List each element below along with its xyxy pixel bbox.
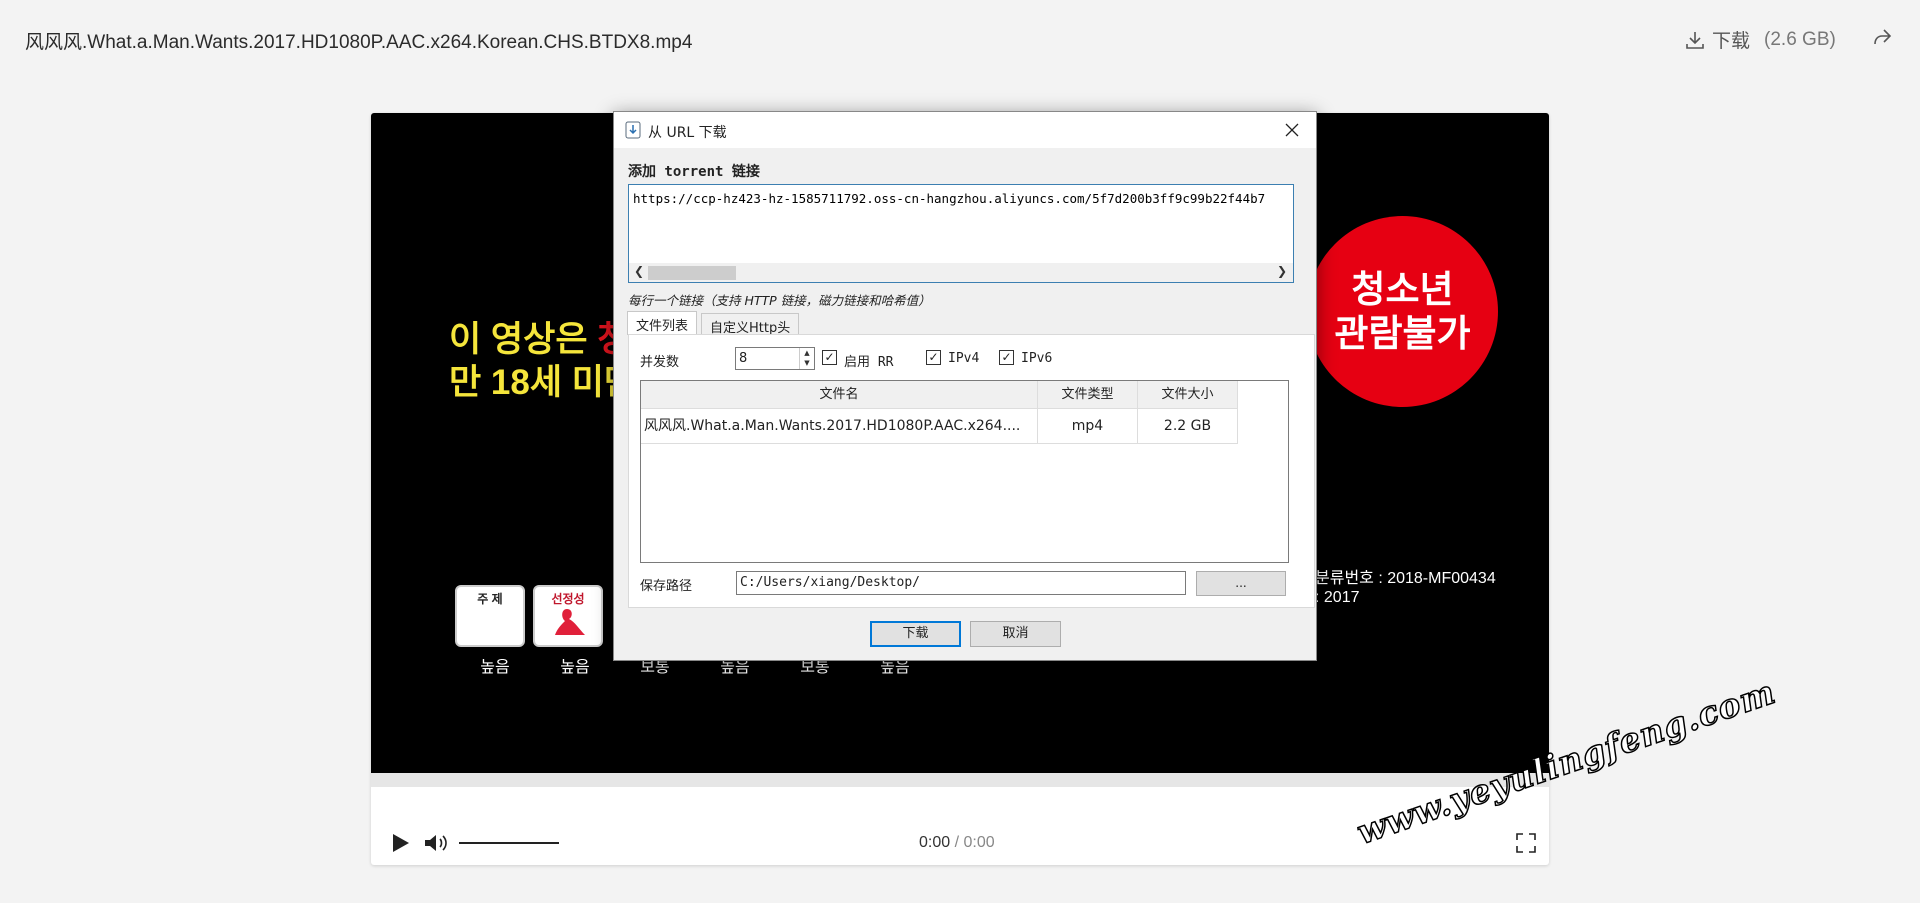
file-title: 风风风.What.a.Man.Wants.2017.HD1080P.AAC.x2… <box>25 32 693 53</box>
column-header-type[interactable]: 文件类型 <box>1038 381 1138 409</box>
file-table[interactable]: 文件名 文件类型 文件大小 风风风.What.a.Man.Wants.2017.… <box>640 380 1289 563</box>
level-label: 높음 <box>560 659 590 676</box>
fullscreen-icon <box>1516 833 1536 853</box>
download-button[interactable]: 下载 (2.6 GB) <box>1684 26 1836 53</box>
checkbox-ipv6-label: IPv6 <box>1021 351 1053 366</box>
icon-caption: 주 제 <box>477 592 503 606</box>
cancel-button[interactable]: 取消 <box>970 621 1061 647</box>
scroll-left-icon[interactable]: ❮ <box>634 264 644 278</box>
download-confirm-button[interactable]: 下载 <box>870 621 961 647</box>
download-icon <box>1686 31 1704 49</box>
concurrency-label: 并发数 <box>640 355 680 370</box>
horizontal-scrollbar[interactable]: ❮ ❯ <box>629 263 1293 282</box>
url-textarea[interactable]: https://ccp-hz423-hz-1585711792.oss-cn-h… <box>628 184 1294 283</box>
column-header-filename[interactable]: 文件名 <box>641 381 1038 409</box>
scroll-right-icon[interactable]: ❯ <box>1277 264 1287 278</box>
table-row-type[interactable]: mp4 <box>1038 409 1138 444</box>
volume-button[interactable] <box>423 832 451 859</box>
save-path-label: 保存路径 <box>640 579 693 594</box>
scroll-thumb[interactable] <box>648 266 736 280</box>
table-row-filename[interactable]: 风风风.What.a.Man.Wants.2017.HD1080P.AAC.x2… <box>641 409 1038 444</box>
sexuality-rating-icon: 선정성 <box>533 585 603 647</box>
dialog-titlebar: 从 URL 下载 <box>614 112 1316 148</box>
tab-custom-http-header[interactable]: 自定义Http头 <box>701 313 800 336</box>
time-separator: / <box>950 834 964 851</box>
concurrency-value: 8 <box>739 351 748 366</box>
theme-rating-icon: 주 제 <box>455 585 525 647</box>
rating-line-1: 이 영상은 <box>449 320 598 359</box>
badge-line-1: 청소년 <box>1351 268 1454 310</box>
stepper-arrows-icon[interactable]: ▲ ▼ <box>799 348 814 369</box>
app-icon <box>625 121 641 143</box>
section-label: 添加 torrent 链接 <box>628 164 760 180</box>
concurrency-stepper[interactable]: 8 ▲ ▼ <box>735 347 815 370</box>
tab-file-list[interactable]: 文件列表 <box>627 311 698 335</box>
badge-line-2: 관람불가 <box>1334 312 1471 354</box>
share-button[interactable] <box>1870 25 1894 54</box>
hint-text: 每行一个链接（支持 HTTP 链接，磁力链接和哈希值） <box>628 293 931 308</box>
volume-icon <box>425 835 447 851</box>
play-icon <box>393 834 409 852</box>
rating-icons: 주 제 선정성 <box>455 585 603 647</box>
checkbox-rr[interactable]: ✓ <box>822 350 837 365</box>
classification-number: 분류번호 : 2018-MF00434 <box>1315 570 1496 587</box>
url-value: https://ccp-hz423-hz-1585711792.oss-cn-h… <box>633 191 1266 206</box>
download-label: 下载 <box>1712 31 1751 52</box>
level-label: 높음 <box>480 659 510 676</box>
share-icon <box>1874 29 1892 45</box>
close-icon <box>1285 123 1299 137</box>
download-size: (2.6 GB) <box>1764 28 1836 50</box>
download-from-url-dialog: 从 URL 下载 添加 torrent 链接 https://ccp-hz423… <box>613 111 1317 661</box>
checkbox-rr-label: 启用 RR <box>844 355 894 370</box>
checkbox-ipv4[interactable]: ✓ <box>926 350 941 365</box>
rating-line-2: 만 18세 미만 <box>449 363 637 402</box>
checkbox-ipv6[interactable]: ✓ <box>999 350 1014 365</box>
browse-button[interactable]: ... <box>1196 571 1286 596</box>
checkbox-ipv4-label: IPv4 <box>948 351 980 366</box>
rating-notice: 이 영상은 청 만 18세 미만 <box>449 318 636 404</box>
time-total: 0:00 <box>963 834 995 851</box>
column-header-size[interactable]: 文件大小 <box>1138 381 1238 409</box>
play-button[interactable] <box>389 832 411 859</box>
fullscreen-button[interactable] <box>1515 832 1537 859</box>
time-current: 0:00 <box>919 834 951 851</box>
production-year: : 2017 <box>1315 589 1360 606</box>
time-display: 0:00 / 0:00 <box>919 834 995 852</box>
table-row-size[interactable]: 2.2 GB <box>1138 409 1238 444</box>
dialog-title: 从 URL 下载 <box>648 125 727 141</box>
volume-slider[interactable] <box>459 842 559 844</box>
age-restriction-badge: 청소년 관람불가 <box>1307 216 1498 407</box>
progress-bar[interactable] <box>371 773 1549 787</box>
top-bar: 风风风.What.a.Man.Wants.2017.HD1080P.AAC.x2… <box>0 0 1920 80</box>
close-button[interactable] <box>1282 120 1302 144</box>
save-path-input[interactable]: C:/Users/xiang/Desktop/ <box>736 571 1186 595</box>
